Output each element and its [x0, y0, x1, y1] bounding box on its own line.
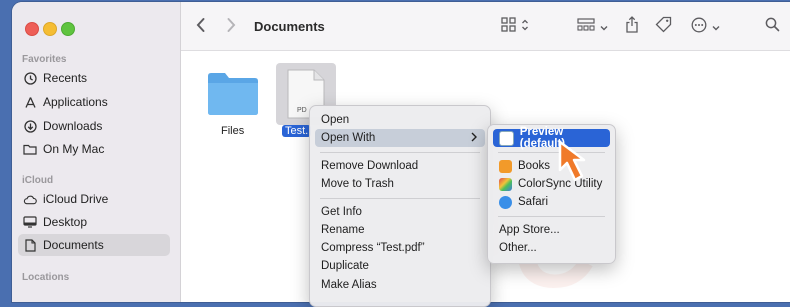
sidebar-item-desktop[interactable]: Desktop	[18, 211, 170, 233]
more-actions-button[interactable]	[691, 16, 720, 38]
folder-item-files[interactable]	[206, 70, 260, 121]
pointer-arrow-icon	[556, 140, 594, 189]
group-by-button[interactable]	[577, 16, 608, 38]
open-with-submenu: Preview (default) Books ColorSync Utilit…	[487, 124, 616, 264]
share-button[interactable]	[625, 16, 639, 38]
sidebar-item-recents[interactable]: Recents	[18, 67, 170, 89]
window-title: Documents	[254, 19, 325, 34]
minimize-window-button[interactable]	[43, 22, 57, 36]
up-down-chevron-icon	[521, 18, 529, 37]
tag-icon	[655, 16, 672, 38]
menu-item-duplicate[interactable]: Duplicate	[315, 257, 485, 275]
menu-item-rename[interactable]: Rename	[315, 221, 485, 239]
applications-icon	[23, 95, 37, 109]
submenu-item-label: Books	[518, 160, 550, 172]
chevron-left-icon	[195, 17, 207, 38]
sidebar-item-label: Applications	[43, 95, 108, 109]
close-window-button[interactable]	[25, 22, 39, 36]
chevron-right-icon	[225, 17, 237, 38]
menu-separator	[320, 198, 480, 199]
download-icon	[23, 119, 37, 133]
desktop-icon	[23, 215, 37, 229]
chevron-down-icon	[600, 18, 608, 36]
chevron-right-icon	[471, 132, 477, 145]
grid-view-icon	[501, 17, 516, 37]
books-app-icon	[499, 159, 512, 173]
sidebar-item-label: Downloads	[43, 119, 103, 133]
sidebar-item-label: On My Mac	[43, 142, 105, 156]
sidebar-item-label: Desktop	[43, 215, 88, 229]
search-icon	[765, 17, 780, 37]
menu-item-make-alias[interactable]: Make Alias	[315, 276, 485, 294]
back-button[interactable]	[195, 16, 207, 38]
sidebar-section-icloud: iCloud	[22, 175, 54, 186]
sidebar-item-icloud-drive[interactable]: iCloud Drive	[18, 188, 170, 210]
safari-app-icon	[499, 195, 512, 209]
sidebar-item-documents[interactable]: Documents	[18, 234, 170, 256]
share-icon	[625, 16, 639, 38]
sidebar-item-applications[interactable]: Applications	[18, 91, 170, 113]
preview-app-icon	[499, 130, 514, 146]
submenu-item-app-store[interactable]: App Store...	[493, 221, 610, 239]
sidebar-section-favorites: Favorites	[22, 54, 67, 65]
maximize-window-button[interactable]	[61, 22, 75, 36]
sidebar: Favorites Recents Applications Downloads…	[12, 2, 181, 302]
menu-item-remove-download[interactable]: Remove Download	[315, 157, 485, 175]
sidebar-section-locations: Locations	[22, 272, 70, 283]
menu-separator	[498, 216, 605, 217]
search-button[interactable]	[765, 16, 780, 38]
colorsync-app-icon	[499, 177, 512, 191]
ellipsis-circle-icon	[691, 17, 707, 38]
toolbar: Documents	[181, 2, 790, 51]
file-label-files: Files	[221, 125, 245, 137]
menu-item-label: Open With	[321, 132, 376, 144]
menu-separator	[320, 152, 480, 153]
tags-button[interactable]	[655, 16, 672, 38]
view-options-button[interactable]	[501, 16, 529, 38]
folder-icon	[23, 142, 37, 156]
folder-icon	[206, 73, 260, 120]
chevron-down-icon	[712, 18, 720, 36]
menu-item-get-info[interactable]: Get Info	[315, 203, 485, 221]
menu-item-move-to-trash[interactable]: Move to Trash	[315, 175, 485, 193]
sidebar-item-label: Documents	[43, 238, 104, 252]
clock-icon	[23, 71, 37, 85]
pdf-thumb-label: PD	[297, 107, 307, 114]
submenu-item-label: Safari	[518, 196, 549, 208]
forward-button[interactable]	[225, 16, 237, 38]
file-label-test-pdf: Test.	[282, 125, 312, 137]
sidebar-item-downloads[interactable]: Downloads	[18, 115, 170, 137]
cloud-icon	[23, 192, 37, 206]
sidebar-item-label: iCloud Drive	[43, 192, 109, 206]
submenu-item-other[interactable]: Other...	[493, 239, 610, 257]
menu-item-compress[interactable]: Compress “Test.pdf”	[315, 239, 485, 257]
context-menu: Open Open With Remove Download Move to T…	[309, 105, 491, 307]
menu-item-open[interactable]: Open	[315, 111, 485, 129]
submenu-item-safari[interactable]: Safari	[493, 193, 610, 211]
sidebar-item-on-my-mac[interactable]: On My Mac	[18, 138, 170, 160]
document-icon	[23, 238, 37, 252]
sidebar-item-label: Recents	[43, 71, 88, 85]
menu-item-open-with[interactable]: Open With	[315, 129, 485, 147]
group-icon	[577, 17, 595, 37]
